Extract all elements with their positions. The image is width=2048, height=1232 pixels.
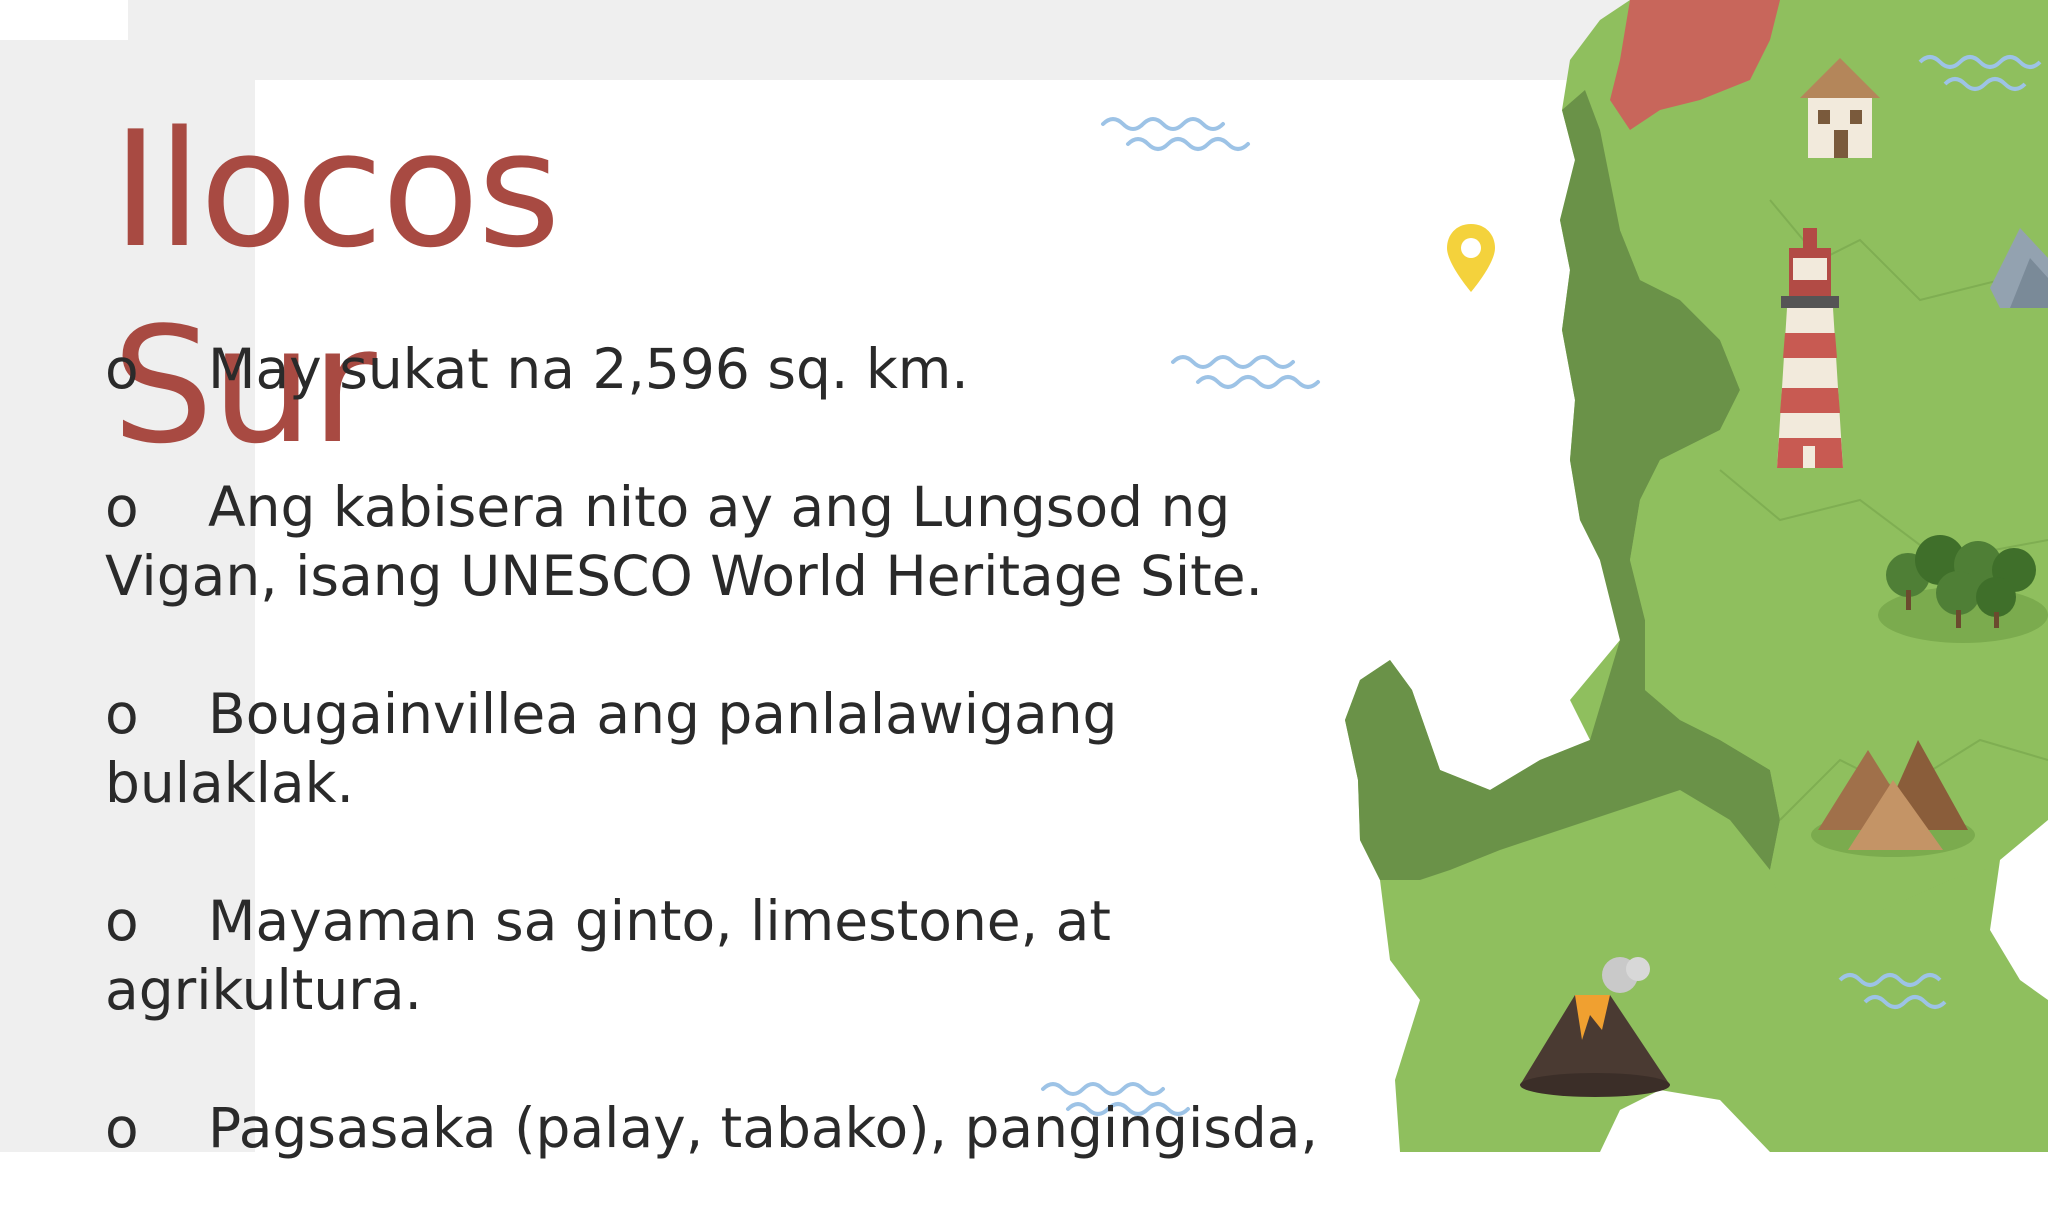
list-item: o May sukat na 2,596 sq. km. [105, 335, 1345, 404]
list-item: o Mayaman sa ginto, limestone, at agrikul… [105, 887, 1345, 1025]
list-item: o Pagsasaka (palay, tabako), pangingisda, [105, 1094, 1345, 1163]
bullet-marker: o [105, 682, 139, 746]
bullet-marker: o [105, 475, 139, 539]
bullet-text: May sukat na 2,596 sq. km. [208, 337, 969, 401]
bullet-marker: o [105, 1096, 139, 1160]
list-item: o Ang kabisera nito ay ang Lungsod ng Vig… [105, 473, 1345, 611]
lighthouse-icon [1777, 228, 1843, 468]
bullet-marker: o [105, 889, 139, 953]
bullet-text: Pagsasaka (palay, tabako), pangingisda, [208, 1096, 1318, 1160]
bullet-marker: o [105, 337, 139, 401]
mountain-icon [1990, 228, 2048, 308]
house-icon [1800, 58, 1880, 158]
volcano-icon [1520, 957, 1670, 1097]
bullet-list: o May sukat na 2,596 sq. km. o Ang kabiser… [105, 335, 1345, 1232]
list-item: o Bougainvillea ang panlalawigang bulakla… [105, 680, 1345, 818]
bullet-text: Ang kabisera nito ay ang Lungsod ng Viga… [105, 475, 1264, 608]
wave-icon [1101, 117, 1250, 151]
title-line-1: Ilocos [112, 96, 561, 283]
hills-icon [1811, 740, 1975, 857]
corner-white-patch [0, 0, 128, 40]
bullet-text: Bougainvillea ang panlalawigang bulaklak… [105, 682, 1118, 815]
forest-icon [1878, 535, 2048, 643]
bullet-text: Mayaman sa ginto, limestone, at agrikult… [105, 889, 1111, 1022]
